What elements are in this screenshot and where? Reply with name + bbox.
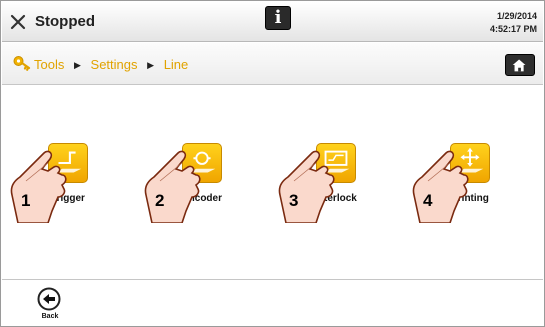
status-bar: Stopped i 1/29/2014 4:52:17 PM	[2, 2, 543, 42]
pointing-hand-icon	[412, 150, 469, 223]
breadcrumb-tools[interactable]: Tools	[34, 57, 64, 72]
bottom-bar: Back	[2, 279, 543, 326]
step-number: 1	[21, 191, 31, 210]
info-button[interactable]: i	[265, 6, 291, 30]
main-area: Trigger 1 Encoder 2 Interlock 3 Printing…	[2, 86, 543, 278]
home-icon	[512, 59, 526, 72]
breadcrumb-settings[interactable]: Settings	[91, 57, 138, 72]
info-icon: i	[274, 7, 282, 28]
back-arrow-icon[interactable]	[37, 287, 61, 311]
screen: Stopped i 1/29/2014 4:52:17 PM Tools ▶ S…	[0, 0, 545, 327]
breadcrumb-bar: Tools ▶ Settings ▶ Line	[2, 43, 543, 85]
tile-printing[interactable]: Printing 4	[410, 135, 506, 223]
home-button[interactable]	[505, 54, 535, 76]
pointing-hand-icon	[144, 150, 201, 223]
key-icon	[13, 56, 31, 71]
breadcrumb-separator: ▶	[147, 60, 155, 70]
pointing-hand-icon	[10, 150, 67, 223]
breadcrumb-line: Line	[163, 57, 189, 72]
tile-trigger[interactable]: Trigger 1	[8, 135, 104, 223]
breadcrumb: Tools ▶ Settings ▶ Line	[34, 57, 188, 72]
time-text: 4:52:17 PM	[489, 24, 537, 34]
step-number: 3	[289, 191, 299, 210]
date-text: 1/29/2014	[496, 11, 537, 21]
close-x-icon	[10, 14, 26, 30]
back-label: Back	[41, 313, 59, 320]
step-number: 4	[423, 191, 433, 210]
step-number: 2	[155, 191, 165, 210]
pointing-hand-icon	[278, 150, 335, 223]
datetime: 1/29/2014 4:52:17 PM	[490, 10, 537, 36]
breadcrumb-separator: ▶	[73, 60, 81, 70]
status-text: Stopped	[35, 13, 95, 30]
tile-interlock[interactable]: Interlock 3	[276, 135, 372, 223]
tile-encoder[interactable]: Encoder 2	[142, 135, 238, 223]
